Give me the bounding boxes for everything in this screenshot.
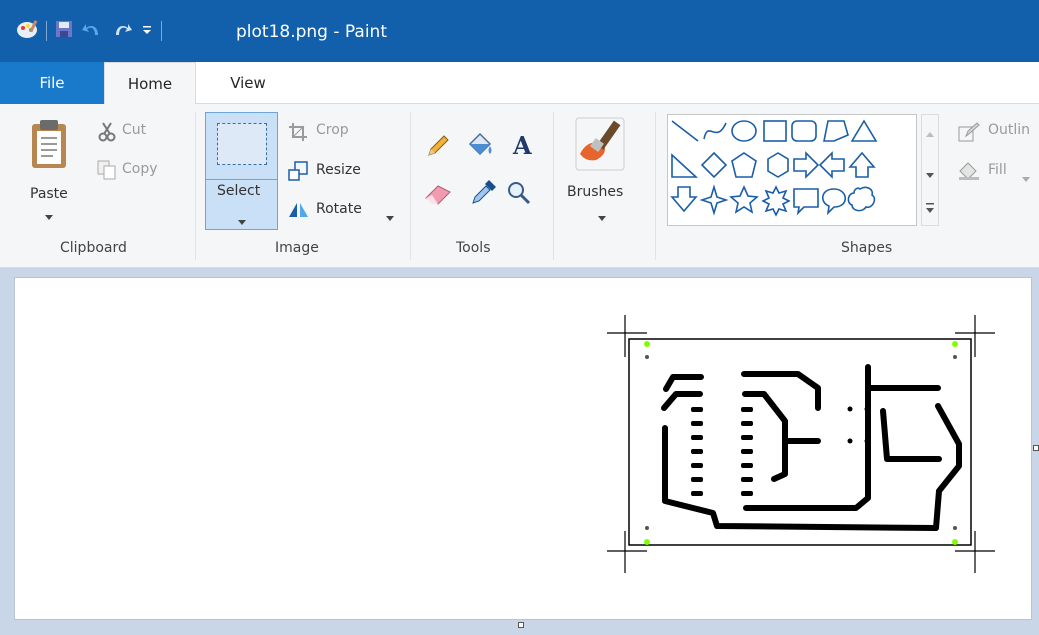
group-separator — [195, 112, 196, 260]
tools-group-label: Tools — [456, 240, 491, 256]
tab-view[interactable]: View — [218, 62, 278, 104]
select-dropdown-arrow-icon[interactable] — [238, 211, 246, 230]
canvas-resize-handle-bottom[interactable] — [518, 622, 524, 628]
paste-icon[interactable] — [30, 118, 68, 174]
ribbon: Paste Cut Copy Clipboard Select Crop Res… — [0, 104, 1039, 268]
brushes-dropdown-arrow-icon[interactable] — [598, 207, 606, 226]
eraser-icon[interactable] — [424, 182, 452, 210]
outline-button[interactable]: Outlin — [988, 122, 1030, 138]
window-title: plot18.png - Paint — [236, 22, 387, 42]
shapes-scroll-arrows-icon[interactable] — [922, 115, 938, 225]
color-picker-icon[interactable] — [470, 180, 496, 210]
redo-icon[interactable] — [111, 20, 133, 42]
pcb-plot-image — [607, 315, 995, 573]
tab-home[interactable]: Home — [104, 62, 196, 105]
paste-dropdown-arrow-icon[interactable] — [45, 206, 53, 225]
crop-button[interactable]: Crop — [316, 122, 349, 138]
select-rectangle-icon — [217, 123, 267, 165]
cut-button[interactable]: Cut — [122, 122, 146, 138]
save-icon[interactable] — [55, 20, 73, 42]
rotate-button[interactable]: Rotate — [316, 201, 362, 217]
text-icon[interactable]: A — [510, 131, 536, 162]
select-button[interactable]: Select — [205, 112, 278, 230]
rotate-dropdown-arrow-icon[interactable] — [386, 207, 394, 226]
magnifier-icon[interactable] — [506, 180, 532, 210]
select-label: Select — [217, 183, 261, 199]
resize-icon[interactable] — [288, 161, 308, 185]
group-separator — [553, 112, 554, 260]
shape-gallery-icons[interactable] — [668, 115, 916, 225]
quick-access-toolbar — [16, 20, 162, 42]
qat-separator — [46, 21, 47, 41]
paste-button[interactable]: Paste — [30, 186, 68, 202]
fill-button[interactable]: Fill — [988, 162, 1007, 178]
select-split-line — [206, 179, 277, 180]
fill-dropdown-arrow-icon[interactable] — [1022, 168, 1030, 187]
cut-icon[interactable] — [97, 122, 117, 146]
pencil-icon[interactable] — [426, 134, 450, 162]
outline-icon[interactable] — [958, 122, 980, 146]
group-separator — [655, 112, 656, 260]
tab-file[interactable]: File — [0, 62, 104, 104]
crop-icon[interactable] — [288, 122, 308, 146]
brushes-icon[interactable] — [574, 116, 626, 176]
group-separator — [410, 112, 411, 260]
shapes-scrollbar[interactable] — [921, 114, 939, 226]
copy-button[interactable]: Copy — [122, 161, 158, 177]
undo-icon[interactable] — [81, 20, 103, 42]
shapes-gallery[interactable] — [667, 114, 917, 226]
svg-text:A: A — [512, 132, 532, 158]
fill-with-color-icon[interactable] — [466, 132, 494, 162]
rotate-icon[interactable] — [288, 200, 310, 222]
customize-qat-icon[interactable] — [141, 22, 153, 41]
drawing-canvas[interactable] — [14, 277, 1032, 620]
paint-app-icon[interactable] — [16, 19, 38, 43]
clipboard-group-label: Clipboard — [60, 240, 127, 256]
resize-button[interactable]: Resize — [316, 162, 361, 178]
canvas-resize-handle-right[interactable] — [1033, 445, 1039, 451]
shapes-group-label: Shapes — [841, 240, 893, 256]
brushes-button[interactable]: Brushes — [567, 184, 623, 200]
fill-icon[interactable] — [958, 161, 980, 185]
image-group-label: Image — [275, 240, 319, 256]
copy-icon[interactable] — [97, 160, 117, 184]
qat-separator — [161, 21, 162, 41]
